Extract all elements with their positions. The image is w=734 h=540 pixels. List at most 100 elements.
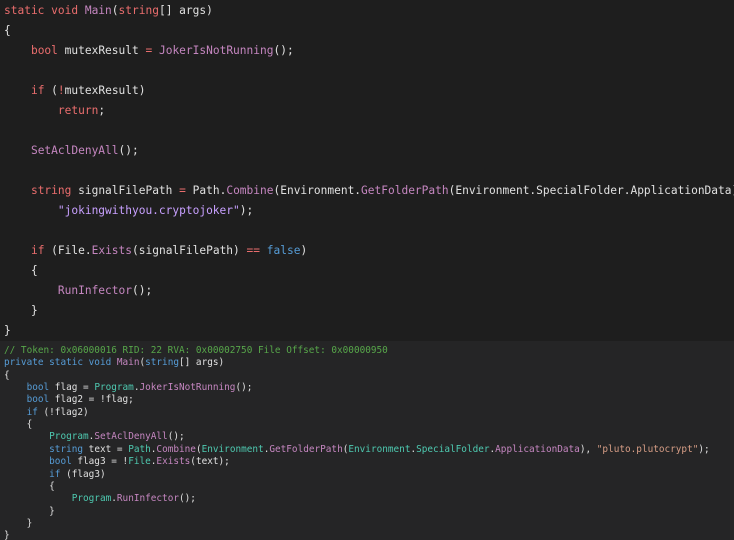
code-line: static void Main(string[] args): [4, 1, 213, 21]
code-token: }: [4, 517, 33, 529]
code-token: Exists: [91, 244, 133, 257]
code-token: RunInfector: [57, 284, 132, 297]
code-token: ),: [579, 443, 597, 455]
code-token: Combine: [226, 184, 274, 197]
code-token: ();: [179, 493, 196, 505]
code-token: (text);: [190, 456, 230, 468]
code-token: if: [30, 84, 45, 97]
code-token: (flag3): [60, 468, 106, 480]
code-token: (signalFilePath): [132, 244, 247, 257]
code-line: bool mutexResult = JokerIsNotRunning();: [4, 41, 294, 61]
code-token: string: [118, 4, 159, 17]
code-line: "jokingwithyou.cryptojoker");: [4, 201, 253, 221]
code-token: }: [4, 304, 38, 317]
code-line: }: [4, 321, 11, 341]
code-token: SetAclDenyAll: [94, 431, 168, 443]
code-token: [] args): [179, 357, 225, 369]
code-token: Program: [49, 431, 89, 443]
code-token: false: [266, 244, 301, 257]
code-line: // Token: 0x06000016 RID: 22 RVA: 0x0000…: [4, 345, 388, 357]
code-token: Exists: [156, 456, 191, 468]
code-line: RunInfector();: [4, 281, 152, 301]
code-line: {: [4, 370, 10, 382]
code-line: string signalFilePath = Path.Combine(Env…: [4, 181, 734, 201]
code-token: {: [4, 419, 33, 431]
code-line: bool flag3 = !File.Exists(text);: [4, 456, 230, 468]
code-line: bool flag2 = !flag;: [4, 394, 134, 406]
code-token: (Environment.SpecialFolder.ApplicationDa…: [448, 184, 734, 197]
decompiled-source-pane[interactable]: static void Main(string[] args) { bool mu…: [0, 0, 734, 341]
code-token: {: [4, 24, 11, 37]
code-token: ==: [246, 244, 261, 257]
code-token: =: [179, 184, 186, 197]
code-line: string text = Path.Combine(Environment.G…: [4, 444, 710, 456]
code-line: }: [4, 530, 10, 540]
code-token: ();: [131, 284, 153, 297]
code-token: flag =: [49, 382, 95, 394]
code-line: }: [4, 506, 55, 518]
code-token: private static void: [4, 357, 117, 369]
code-token: ();: [235, 382, 253, 394]
dnspy-decompiled-pane[interactable]: // Token: 0x06000016 RID: 22 RVA: 0x0000…: [0, 341, 734, 540]
code-token: RunInfector: [116, 493, 179, 505]
code-token: SetAclDenyAll: [30, 144, 119, 157]
code-token: (File.: [44, 244, 92, 257]
code-token: Main: [116, 357, 140, 369]
code-line: }: [4, 301, 38, 321]
code-token: JokerIsNotRunning: [139, 382, 236, 394]
code-line: SetAclDenyAll();: [4, 141, 139, 161]
code-token: ();: [273, 44, 294, 57]
code-token: string: [49, 443, 84, 455]
code-token: bool: [26, 394, 50, 406]
code-token: if: [26, 406, 38, 418]
code-token: (: [44, 84, 58, 97]
code-line: Program.RunInfector();: [4, 493, 196, 505]
code-token: "jokingwithyou.cryptojoker": [57, 204, 240, 217]
code-line: if (!flag2): [4, 407, 89, 419]
code-token: GetFolderPath: [269, 443, 343, 455]
code-token: );: [698, 443, 710, 455]
code-token: Environment: [201, 443, 264, 455]
code-line: if (!mutexResult): [4, 81, 146, 101]
code-token: }: [4, 324, 11, 337]
code-line: return;: [4, 101, 105, 121]
code-token: {: [4, 369, 10, 381]
code-token: GetFolderPath: [361, 184, 449, 197]
code-token: File: [128, 456, 151, 468]
code-line: {: [4, 419, 33, 431]
code-token: !: [57, 84, 65, 97]
code-line: if (flag3): [4, 468, 106, 481]
code-token: (: [111, 4, 119, 17]
code-token: SpecialFolder: [416, 443, 490, 455]
code-token: static void: [4, 4, 85, 17]
code-line: private static void Main(string[] args): [4, 357, 224, 369]
code-token: signalFilePath: [71, 184, 180, 197]
code-token: bool: [30, 44, 58, 57]
code-token: mutexResult: [57, 44, 146, 57]
code-token: Main: [84, 4, 112, 17]
code-token: Program: [71, 493, 112, 505]
code-token: ;: [98, 104, 106, 117]
code-token: }: [4, 505, 55, 517]
code-token: ();: [167, 431, 185, 443]
code-token: bool: [26, 382, 50, 394]
code-token: Environment: [348, 443, 411, 455]
code-line: }: [4, 517, 33, 530]
code-token: {: [4, 264, 38, 277]
